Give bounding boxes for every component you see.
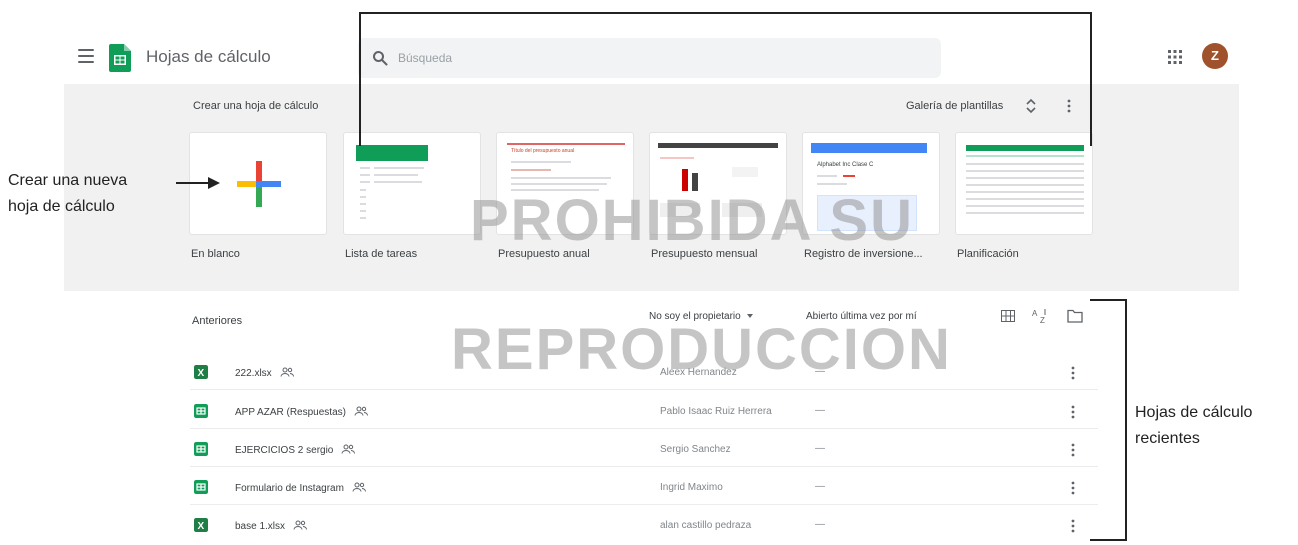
file-name: Formulario de Instagram: [235, 482, 366, 494]
file-row[interactable]: X base 1.xlsx alan castillo pedraza —: [190, 508, 1098, 543]
recent-heading: Anteriores: [192, 315, 243, 327]
file-name: base 1.xlsx: [235, 520, 308, 532]
file-owner: Sergio Sanchez: [660, 444, 731, 455]
callout-recent-sheets: Hojas de cálculo recientes: [1135, 404, 1253, 447]
shared-users-icon: [280, 367, 294, 377]
template-label-planning: Planificación: [957, 248, 1019, 260]
callout-arrowhead: [208, 177, 220, 189]
folder-icon[interactable]: [1067, 309, 1083, 323]
more-vert-icon[interactable]: [1066, 518, 1080, 534]
more-vert-icon[interactable]: [1066, 365, 1080, 381]
template-label-blank: En blanco: [191, 248, 240, 260]
thumb-heading: Alphabet Inc Clase C: [817, 162, 874, 168]
sheets-file-icon: [194, 442, 208, 456]
watermark-line-1: PROHIBIDA SU: [470, 188, 914, 253]
callout-new-sheet: Crear una nueva hoja de cálculo: [8, 172, 128, 215]
file-row[interactable]: Formulario de Instagram Ingrid Maximo —: [190, 470, 1098, 505]
file-row[interactable]: APP AZAR (Respuestas) Pablo Isaac Ruiz H…: [190, 394, 1098, 429]
shared-users-icon: [354, 406, 368, 416]
sheets-file-icon: [194, 404, 208, 418]
thumb-heading: Título del presupuesto anual: [511, 148, 575, 154]
avatar[interactable]: Z: [1202, 43, 1228, 69]
file-row[interactable]: EJERCICIOS 2 sergio Sergio Sanchez —: [190, 432, 1098, 467]
file-name: EJERCICIOS 2 sergio: [235, 444, 356, 456]
app-title[interactable]: Hojas de cálculo: [146, 47, 271, 67]
template-planning[interactable]: [955, 132, 1093, 235]
watermark-line-2: REPRODUCCION: [451, 317, 952, 382]
callout-arrow: [176, 182, 210, 184]
svg-text:Z: Z: [1040, 316, 1045, 324]
sheets-logo-icon[interactable]: [109, 44, 131, 72]
file-owner: Ingrid Maximo: [660, 482, 723, 493]
thumb-header-bar: [356, 145, 428, 161]
template-label-todo: Lista de tareas: [345, 248, 418, 260]
shared-users-icon: [341, 444, 356, 454]
file-owner: alan castillo pedraza: [660, 520, 752, 531]
more-vert-icon[interactable]: [1066, 480, 1080, 496]
sort-az-icon[interactable]: A Z: [1032, 308, 1048, 324]
file-owner: Pablo Isaac Ruiz Herrera: [660, 406, 772, 417]
menu-icon[interactable]: [78, 49, 94, 63]
svg-text:A: A: [1032, 309, 1038, 318]
more-vert-icon[interactable]: [1066, 404, 1080, 420]
file-last-opened: —: [815, 519, 825, 530]
file-last-opened: —: [815, 405, 825, 416]
svg-text:X: X: [198, 521, 205, 532]
file-name: APP AZAR (Respuestas): [235, 406, 368, 418]
file-last-opened: —: [815, 443, 825, 454]
shared-users-icon: [352, 482, 366, 492]
more-vert-icon[interactable]: [1066, 442, 1080, 458]
file-last-opened: —: [815, 481, 825, 492]
shared-users-icon: [293, 520, 308, 530]
template-todo-list[interactable]: [343, 132, 481, 235]
recent-bracket: [1090, 299, 1127, 541]
excel-file-icon: X: [194, 365, 208, 379]
sheets-file-icon: [194, 480, 208, 494]
grid-view-icon[interactable]: [1001, 310, 1015, 322]
templates-bracket: [359, 12, 1092, 146]
apps-grid-icon[interactable]: [1167, 49, 1183, 65]
excel-file-icon: X: [194, 518, 208, 532]
svg-text:X: X: [198, 368, 205, 379]
templates-heading: Crear una hoja de cálculo: [193, 100, 319, 112]
file-name: 222.xlsx: [235, 367, 294, 379]
